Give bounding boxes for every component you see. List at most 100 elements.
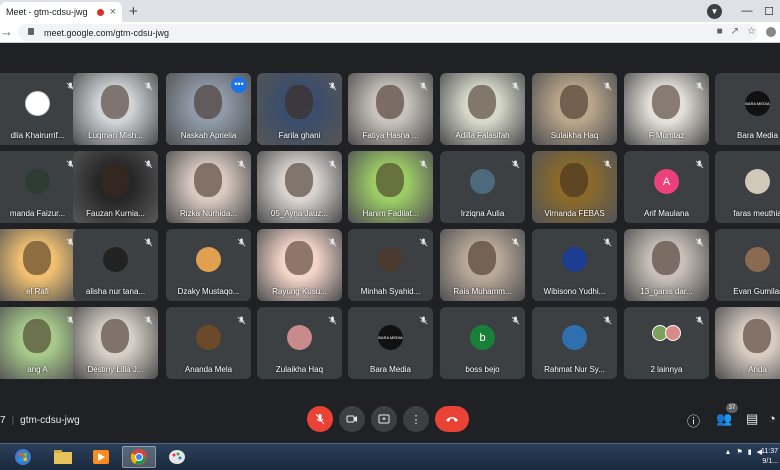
mic-muted-icon [419,312,428,325]
participant-avatar [562,247,587,272]
participant-tile[interactable]: Zulaikha Haq [257,307,342,379]
mic-muted-icon [603,312,612,325]
participant-tile[interactable]: alisha nur tana... [73,229,158,301]
media-player-taskbar-button[interactable] [84,446,118,468]
mic-muted-icon [511,78,520,91]
profile-avatar[interactable] [766,27,776,37]
participant-tile[interactable]: 05_Ayna Jauz... [257,151,342,223]
participant-name: Adilla Falasifah [455,131,510,140]
paint-taskbar-button[interactable] [160,446,194,468]
participant-tile[interactable]: ang A [0,307,80,379]
camera-button[interactable] [339,406,365,432]
participant-tile[interactable]: manda Faizur... [0,151,80,223]
participant-tile[interactable]: 13_ganis dar... [624,229,709,301]
participant-name: Rais Muhamm... [453,287,512,296]
participant-tile[interactable]: Sulaikha Haq [532,73,617,145]
participant-name: 13_ganis dar... [640,287,693,296]
participant-name: el Rafi [26,287,49,296]
more-options-button[interactable]: ⋮ [403,406,429,432]
participant-tile[interactable]: Fauzan Kurnia... [73,151,158,223]
tile-options-icon[interactable]: ••• [231,77,247,93]
participant-name: Naskah Aprielia [180,131,237,140]
present-screen-button[interactable] [371,406,397,432]
flag-icon[interactable]: ⚑ [736,448,742,456]
leave-call-button[interactable] [435,406,469,432]
participant-tile[interactable]: Destiny Lilla J... [73,307,158,379]
participant-tile[interactable]: A Arif Maulana [624,151,709,223]
participant-tile[interactable]: el Rafi [0,229,80,301]
tab-search-icon[interactable]: ▼ [707,3,722,19]
participant-tile[interactable]: Rayung Kusu... [257,229,342,301]
participant-tile[interactable]: b boss bejo [440,307,525,379]
participant-tile[interactable]: Virnanda FEBAS [532,151,617,223]
mic-muted-icon [695,78,704,91]
paint-icon [169,450,185,464]
windows-taskbar: ▲ ⚑ ▮ ◀ 11:37 9/1... [0,443,780,470]
mic-muted-icon [328,234,337,247]
participant-tile[interactable]: Adilla Falasifah [440,73,525,145]
show-hidden-icons-icon[interactable]: ▲ [725,449,732,456]
participant-name: Rayung Kusu... [272,287,327,296]
participant-tile[interactable]: Anda [715,307,780,379]
mic-muted-icon [603,78,612,91]
participant-tile[interactable]: Minhah Syahid... [348,229,433,301]
participant-tile[interactable]: Rahmat Nur Sy... [532,307,617,379]
participant-tile[interactable]: F Mumtaz [624,73,709,145]
bookmark-star-icon[interactable]: ☆ [747,26,756,37]
mic-muted-icon [328,78,337,91]
maximize-icon[interactable]: ☐ [758,5,780,18]
participant-tile[interactable]: Rais Muhamm... [440,229,525,301]
present-icon [378,414,390,424]
participant-tile[interactable]: Ananda Mela [166,307,251,379]
person-silhouette [285,241,313,275]
people-icon[interactable]: 👥 [716,411,732,427]
chrome-taskbar-button[interactable] [122,446,156,468]
mic-off-button[interactable] [307,406,333,432]
mic-muted-icon [511,312,520,325]
back-arrow-icon[interactable]: → [0,24,13,39]
info-icon[interactable]: ⓘ [687,411,700,430]
participant-avatar [470,169,495,194]
participant-name: Hanim Fadilat... [362,209,419,218]
camera-indicator-icon[interactable]: ■ [717,26,723,37]
participant-tile[interactable]: Farila ghani [257,73,342,145]
participant-tile[interactable]: Fatiya Hasna ... [348,73,433,145]
participant-name: F Mumtaz [648,131,685,140]
new-tab-button[interactable]: + [129,3,138,20]
person-silhouette [285,85,313,119]
participant-tile[interactable]: 2 lainnya [624,307,709,379]
participant-tile[interactable]: ••• Naskah Aprielia [166,73,251,145]
person-silhouette [285,163,313,197]
activities-icon[interactable]: ◔ [768,411,776,426]
participant-name: alisha nur tana... [85,287,146,296]
participant-tile[interactable]: Irziqna Aulia [440,151,525,223]
divider: | [11,415,15,426]
participant-tile[interactable]: Dzaky Mustaqo... [166,229,251,301]
chat-icon[interactable]: ▤ [746,411,758,427]
mic-muted-icon [695,312,704,325]
mic-muted-icon [603,234,612,247]
clock[interactable]: 11:37 9/1... [761,447,778,467]
participant-tile[interactable]: Luqman Mish... [73,73,158,145]
system-tray: ▲ ⚑ ▮ ◀ [725,448,762,457]
participant-tile[interactable]: faras meuthia [715,151,780,223]
minimize-icon[interactable]: — [736,5,758,17]
participant-tile[interactable]: Wibisono Yudhi... [532,229,617,301]
participant-tile[interactable]: Evan Gumilar [715,229,780,301]
address-bar[interactable]: meet.google.com/gtm-cdsu-jwg [18,24,758,41]
folder-icon [54,450,72,464]
participant-name: 2 lainnya [650,365,683,374]
explorer-taskbar-button[interactable] [46,446,80,468]
participant-tile[interactable]: Hanim Fadilat... [348,151,433,223]
participant-name: Dzaky Mustaqo... [177,287,240,296]
start-button[interactable] [6,446,40,468]
open-in-new-icon[interactable]: ↗ [731,26,739,37]
person-silhouette [652,85,680,119]
network-icon[interactable]: ▮ [748,448,752,456]
browser-tab[interactable]: Meet - gtm-cdsu-jwg × [0,2,122,22]
participant-tile[interactable]: dlia Khairurrif... [0,73,80,145]
participant-tile[interactable]: BARA MEDIA Bara Media [715,73,780,145]
tab-close-icon[interactable]: × [110,6,116,18]
participant-tile[interactable]: BARA MEDIA Bara Media [348,307,433,379]
participant-tile[interactable]: Rizka Nurhida... [166,151,251,223]
